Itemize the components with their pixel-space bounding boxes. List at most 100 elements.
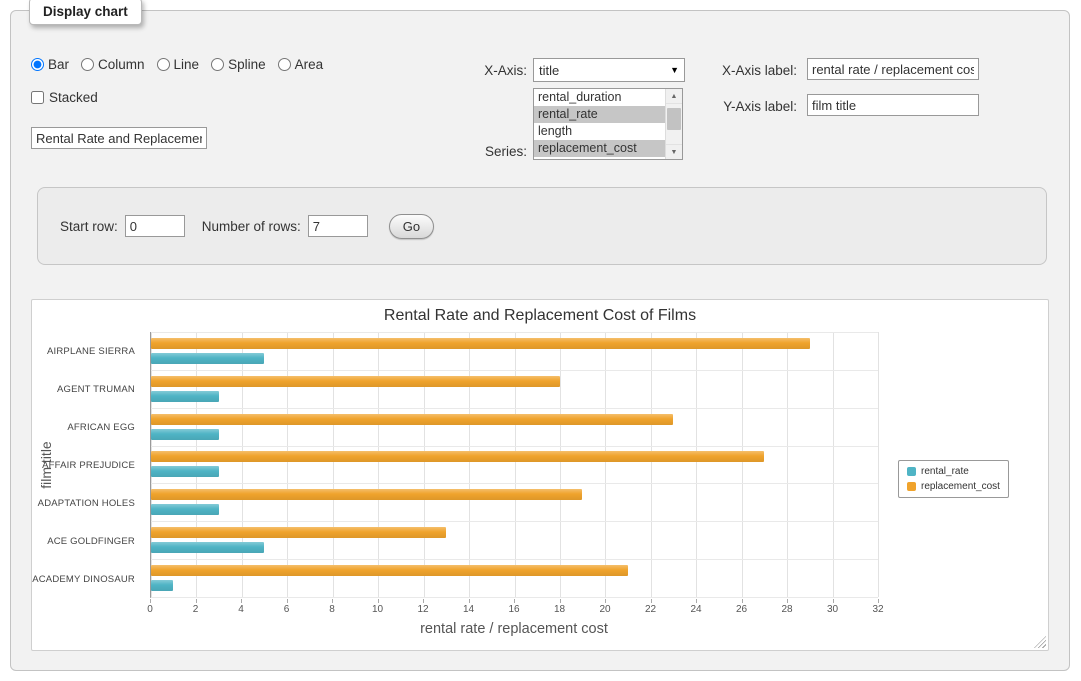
x-tick-mark <box>833 599 834 603</box>
chart-type-option-column[interactable]: Column <box>81 57 145 72</box>
x-tick-mark <box>696 599 697 603</box>
series-multiselect[interactable]: rental_duration rental_rate length repla… <box>533 88 683 160</box>
x-tick-label: 30 <box>827 604 838 615</box>
x-tick-label: 28 <box>781 604 792 615</box>
start-row-label: Start row: <box>60 219 118 234</box>
go-button[interactable]: Go <box>389 214 434 239</box>
chart-resize-handle[interactable] <box>1034 636 1046 648</box>
legend-item[interactable]: rental_rate <box>907 466 1000 477</box>
radio-area[interactable] <box>278 58 291 71</box>
y-axis-label-input[interactable] <box>807 94 979 116</box>
chart-type-option-bar[interactable]: Bar <box>31 57 69 72</box>
x-tick-mark <box>605 599 606 603</box>
display-chart-panel: Display chart Bar Column Line Spline Are… <box>10 10 1070 671</box>
radio-column[interactable] <box>81 58 94 71</box>
stacked-option[interactable]: Stacked <box>31 90 98 105</box>
start-row-input[interactable] <box>125 215 185 237</box>
x-tick-label: 12 <box>417 604 428 615</box>
bar-rental_rate <box>151 580 173 591</box>
category-label: AFFAIR PREJUDICE <box>32 446 144 484</box>
x-tick-mark <box>287 599 288 603</box>
legend-label: rental_rate <box>921 466 969 477</box>
bar-rental_rate <box>151 353 264 364</box>
radio-spline-label: Spline <box>228 57 266 72</box>
radio-column-label: Column <box>98 57 145 72</box>
chart-container: Rental Rate and Replacement Cost of Film… <box>31 299 1049 651</box>
x-tick-mark <box>514 599 515 603</box>
radio-line[interactable] <box>157 58 170 71</box>
x-axis-select[interactable]: title ▼ <box>533 58 685 82</box>
bar-replacement_cost <box>151 489 582 500</box>
bar-replacement_cost <box>151 451 764 462</box>
gridline-vertical <box>878 332 879 597</box>
x-tick-mark <box>423 599 424 603</box>
x-axis-select-label: X-Axis: <box>431 63 527 78</box>
bar-replacement_cost <box>151 527 446 538</box>
x-tick-label: 26 <box>736 604 747 615</box>
bar-group <box>151 446 878 484</box>
bar-rental_rate <box>151 429 219 440</box>
x-tick-label: 18 <box>554 604 565 615</box>
legend-item[interactable]: replacement_cost <box>907 481 1000 492</box>
x-tick-mark <box>332 599 333 603</box>
bar-rental_rate <box>151 466 219 477</box>
radio-bar[interactable] <box>31 58 44 71</box>
category-label: ACE GOLDFINGER <box>32 522 144 560</box>
number-of-rows-input[interactable] <box>308 215 368 237</box>
stacked-checkbox[interactable] <box>31 91 44 104</box>
category-label: ACADEMY DINOSAUR <box>32 560 144 598</box>
radio-line-label: Line <box>174 57 200 72</box>
bar-group <box>151 483 878 521</box>
chart-title-input[interactable] <box>31 127 207 149</box>
x-tick-mark <box>742 599 743 603</box>
bar-group <box>151 332 878 370</box>
bar-group <box>151 408 878 446</box>
x-tick-label: 6 <box>284 604 290 615</box>
bar-group <box>151 521 878 559</box>
plot-area <box>150 332 878 598</box>
radio-bar-label: Bar <box>48 57 69 72</box>
x-tick-mark <box>651 599 652 603</box>
chart-type-option-line[interactable]: Line <box>157 57 200 72</box>
bar-group <box>151 370 878 408</box>
panel-title: Display chart <box>29 0 142 25</box>
x-tick-label: 10 <box>372 604 383 615</box>
x-tick-mark <box>560 599 561 603</box>
bar-rental_rate <box>151 542 264 553</box>
bar-replacement_cost <box>151 565 628 576</box>
x-tick-label: 24 <box>690 604 701 615</box>
x-axis-label-input[interactable] <box>807 58 979 80</box>
bar-rental_rate <box>151 504 219 515</box>
series-scrollbar[interactable]: ▲ ▼ <box>665 89 682 159</box>
y-category-labels: AIRPLANE SIERRAAGENT TRUMANAFRICAN EGGAF… <box>32 332 144 598</box>
x-axis-title: rental rate / replacement cost <box>150 621 878 637</box>
bar-group <box>151 559 878 597</box>
bar-rental_rate <box>151 391 219 402</box>
legend-swatch-icon <box>907 467 916 476</box>
radio-area-label: Area <box>295 57 324 72</box>
category-label: AGENT TRUMAN <box>32 370 144 408</box>
category-label: AIRPLANE SIERRA <box>32 332 144 370</box>
x-tick-mark <box>787 599 788 603</box>
x-tick-label: 8 <box>329 604 335 615</box>
legend-label: replacement_cost <box>921 481 1000 492</box>
chart-title: Rental Rate and Replacement Cost of Film… <box>32 307 1048 325</box>
radio-spline[interactable] <box>211 58 224 71</box>
number-of-rows-label: Number of rows: <box>202 219 301 234</box>
series-options: rental_duration rental_rate length repla… <box>534 89 665 159</box>
series-list-label: Series: <box>431 144 527 159</box>
series-option-replacement-cost[interactable]: replacement_cost <box>534 140 665 157</box>
x-tick-label: 22 <box>645 604 656 615</box>
category-label: ADAPTATION HOLES <box>32 484 144 522</box>
x-tick-mark <box>469 599 470 603</box>
series-option-rental-duration[interactable]: rental_duration <box>534 89 665 106</box>
scroll-up-icon[interactable]: ▲ <box>666 89 682 104</box>
chart-type-option-spline[interactable]: Spline <box>211 57 266 72</box>
x-tick-label: 14 <box>463 604 474 615</box>
scroll-down-icon[interactable]: ▼ <box>666 144 682 159</box>
scrollbar-thumb[interactable] <box>667 108 681 130</box>
y-axis-label-field-label: Y-Axis label: <box>701 99 797 114</box>
series-option-length[interactable]: length <box>534 123 665 140</box>
series-option-rental-rate[interactable]: rental_rate <box>534 106 665 123</box>
chart-type-option-area[interactable]: Area <box>278 57 324 72</box>
